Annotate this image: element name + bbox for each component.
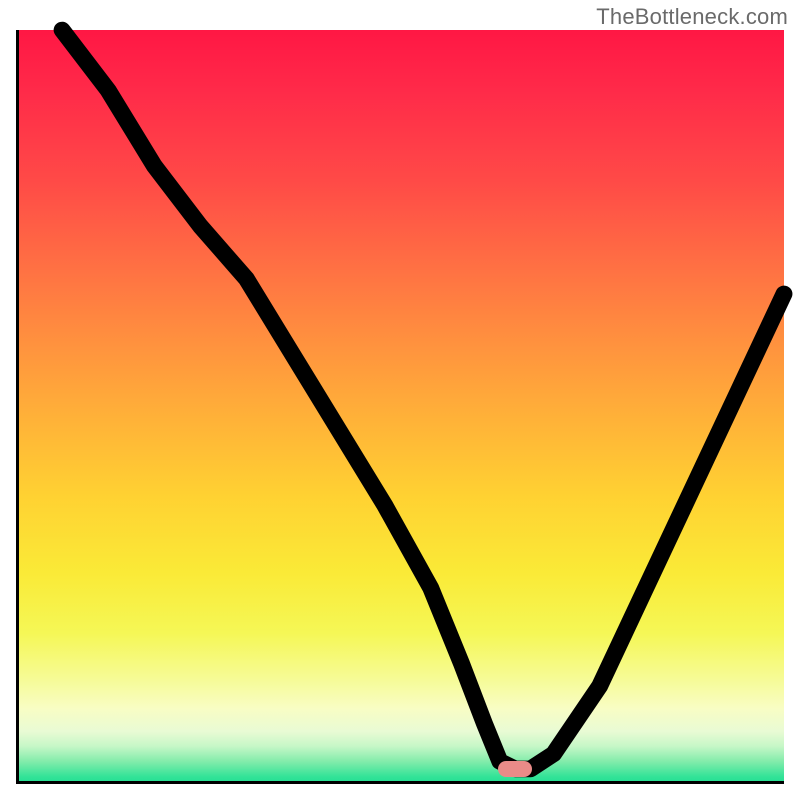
plot-area	[16, 30, 784, 784]
bottleneck-curve	[62, 30, 784, 769]
watermark-text: TheBottleneck.com	[596, 4, 788, 30]
chart-figure: TheBottleneck.com	[0, 0, 800, 800]
curve-layer	[16, 30, 784, 784]
optimum-marker	[498, 761, 532, 777]
